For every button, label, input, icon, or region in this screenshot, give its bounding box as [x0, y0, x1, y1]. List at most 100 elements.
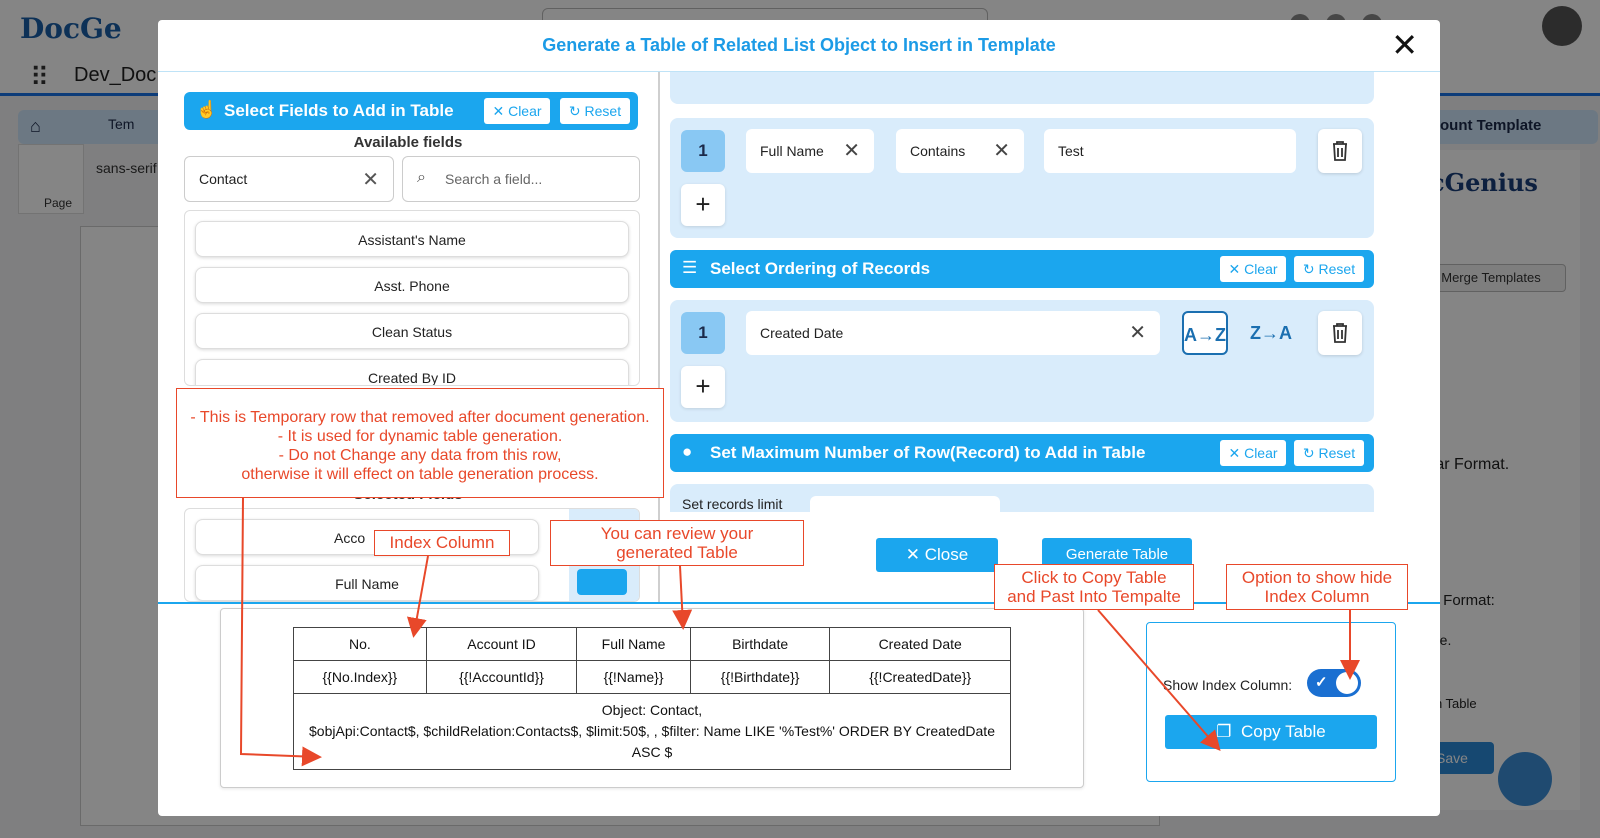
reset-fields-button[interactable]: ↻ Reset — [560, 98, 630, 124]
filter-operator-value: Contains — [910, 143, 966, 159]
select-fields-bar: ☝ Select Fields to Add in Table ✕ Clear … — [184, 92, 638, 130]
max-rows-bar: ● Set Maximum Number of Row(Record) to A… — [670, 434, 1374, 472]
note-line: - Do not Change any data from this row, — [278, 447, 562, 464]
ordering-field-select[interactable]: Created Date ✕ — [746, 311, 1160, 355]
delete-ordering-button[interactable] — [1318, 311, 1362, 355]
sort-ascending-button[interactable]: A→Z — [1182, 311, 1228, 355]
list-item[interactable]: Clean Status — [195, 313, 629, 349]
reset-ordering-button[interactable]: ↻ Reset — [1294, 256, 1364, 282]
note-line: generated Table — [616, 543, 738, 562]
table-preview: No. Account ID Full Name Birthdate Creat… — [220, 608, 1084, 788]
close-icon[interactable]: ✕ — [1391, 29, 1418, 61]
table-row: Object: Contact, $objApi:Contact$, $chil… — [293, 693, 1011, 770]
field-search-placeholder: Search a field... — [445, 171, 543, 187]
temporary-row-note: - This is Temporary row that removed aft… — [176, 388, 664, 498]
table-header-cell: Created Date — [829, 627, 1011, 661]
sort-descending-button[interactable]: Z→A — [1248, 311, 1294, 355]
note-line: - It is used for dynamic table generatio… — [277, 428, 563, 445]
move-down-button[interactable] — [577, 569, 627, 595]
field-search-input[interactable]: ⌕ Search a field... — [402, 156, 640, 202]
show-index-toggle[interactable]: ✓ — [1307, 669, 1361, 697]
copy-table-button[interactable]: ❐ Copy Table — [1165, 715, 1377, 749]
table-cell: {{!CreatedDate}} — [829, 660, 1011, 694]
check-icon: ✓ — [1315, 674, 1328, 691]
toggle-knob — [1336, 672, 1358, 694]
max-rows-title: Set Maximum Number of Row(Record) to Add… — [710, 443, 1146, 462]
clear-filter-operator-icon[interactable]: ✕ — [993, 129, 1010, 173]
table-row: No. Account ID Full Name Birthdate Creat… — [293, 627, 1011, 661]
available-fields-list: Assistant's Name Asst. Phone Clean Statu… — [184, 210, 640, 386]
clear-ordering-button[interactable]: ✕ Clear — [1220, 256, 1286, 282]
clear-fields-button[interactable]: ✕ Clear — [484, 98, 550, 124]
table-header-cell: No. — [293, 627, 427, 661]
note-line: - This is Temporary row that removed aft… — [190, 409, 650, 426]
table-cell: {{No.Index}} — [293, 660, 427, 694]
alert-circle-icon: ● — [682, 442, 693, 461]
table-cell: {{!AccountId}} — [425, 660, 578, 694]
info-line: Object: Contact, — [601, 702, 703, 718]
note-line: and Past Into Tempalte — [1007, 587, 1181, 606]
filter-field-select[interactable]: Full Name ✕ — [746, 129, 874, 173]
filter-header-remnant — [670, 72, 1374, 104]
cursor-click-icon: ☝ — [196, 100, 218, 119]
ordering-field-value: Created Date — [760, 325, 844, 341]
reset-max-rows-button[interactable]: ↻ Reset — [1294, 440, 1364, 466]
clear-max-rows-button[interactable]: ✕ Clear — [1220, 440, 1286, 466]
list-item[interactable]: Asst. Phone — [195, 267, 629, 303]
ordering-bar: ☰ Select Ordering of Records ✕ Clear ↻ R… — [670, 250, 1374, 288]
info-line: ASC $ — [631, 744, 673, 760]
sort-lines-icon: ☰ — [682, 258, 698, 277]
close-button[interactable]: ✕ Close — [876, 538, 998, 572]
clear-ordering-field-icon[interactable]: ✕ — [1129, 311, 1146, 355]
filter-operator-select[interactable]: Contains ✕ — [896, 129, 1024, 173]
note-line: Click to Copy Table — [1021, 568, 1167, 587]
available-fields-heading: Available fields — [353, 134, 463, 151]
modal-title: Generate a Table of Related List Object … — [542, 35, 1056, 55]
info-line: $objApi:Contact$, $childRelation:Contact… — [309, 723, 995, 739]
note-line: Index Column — [1264, 587, 1370, 606]
table-row: {{No.Index}} {{!AccountId}} {{!Name}} {{… — [293, 660, 1011, 694]
trash-icon — [1333, 323, 1347, 343]
note-line: otherwise it will effect on table genera… — [241, 466, 599, 483]
ordering-block: 1 Created Date ✕ A→Z Z→A + — [670, 300, 1374, 422]
note-line: You can review your — [600, 524, 754, 543]
filter-row-number: 1 — [681, 130, 725, 172]
limit-label: Set records limit — [682, 496, 783, 512]
search-icon: ⌕ — [417, 169, 426, 186]
filter-value-input[interactable]: Test — [1044, 129, 1296, 173]
copy-icon: ❐ — [1216, 722, 1232, 741]
object-select[interactable]: Contact ✕ — [184, 156, 394, 202]
index-column-note: Index Column — [374, 530, 510, 556]
copy-panel: Show Index Column: ✓ ❐ Copy Table — [1146, 622, 1396, 782]
table-cell: {{!Birthdate}} — [689, 660, 831, 694]
list-item[interactable]: Full Name — [195, 565, 539, 601]
clear-filter-field-icon[interactable]: ✕ — [843, 129, 860, 173]
copy-table-label: Copy Table — [1240, 722, 1326, 741]
object-value: Contact — [199, 171, 248, 187]
ordering-row-number: 1 — [681, 312, 725, 354]
note-line: Option to show hide — [1241, 568, 1393, 587]
list-item[interactable]: Assistant's Name — [195, 221, 629, 257]
table-header-cell: Birthdate — [689, 627, 831, 661]
filter-block: 1 Full Name ✕ Contains ✕ Test + — [670, 118, 1374, 238]
delete-filter-button[interactable] — [1318, 129, 1362, 173]
review-table-note: You can review your generated Table — [550, 520, 804, 566]
list-item[interactable]: Created By ID — [195, 359, 629, 385]
table-header-cell: Account ID — [425, 627, 578, 661]
modal-header: Generate a Table of Related List Object … — [158, 20, 1440, 72]
preview-table: No. Account ID Full Name Birthdate Creat… — [293, 627, 1011, 770]
copy-table-note: Click to Copy Table and Past Into Tempal… — [994, 564, 1194, 610]
add-filter-button[interactable]: + — [681, 184, 725, 226]
show-hide-note: Option to show hide Index Column — [1226, 564, 1408, 610]
ordering-title: Select Ordering of Records — [710, 259, 931, 278]
table-cell: {{!Name}} — [576, 660, 691, 694]
clear-object-icon[interactable]: ✕ — [362, 167, 379, 192]
table-header-cell: Full Name — [576, 627, 691, 661]
trash-icon — [1333, 141, 1347, 161]
max-rows-block: Set records limit — [670, 484, 1374, 512]
temporary-info-row: Object: Contact, $objApi:Contact$, $chil… — [293, 693, 1011, 770]
select-fields-title: Select Fields to Add in Table — [224, 101, 454, 120]
limit-input[interactable] — [810, 496, 1000, 512]
add-ordering-button[interactable]: + — [681, 366, 725, 408]
show-index-label: Show Index Column: — [1163, 677, 1293, 693]
